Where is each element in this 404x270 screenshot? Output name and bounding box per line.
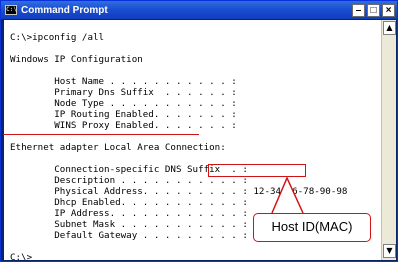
host-id-callout: Host ID(MAC) bbox=[253, 213, 371, 242]
